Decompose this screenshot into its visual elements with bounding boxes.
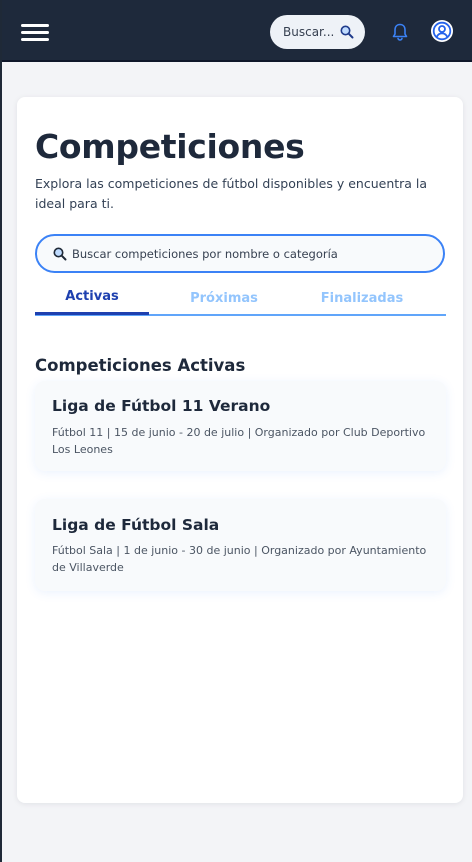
user-icon xyxy=(432,21,452,41)
page-title: Competiciones xyxy=(35,127,305,166)
search-icon[interactable] xyxy=(339,24,355,40)
status-tabs: Activas Próximas Finalizadas xyxy=(35,280,446,316)
competition-search[interactable] xyxy=(35,234,445,273)
competition-card[interactable]: Liga de Fútbol 11 Verano Fútbol 11 | 15 … xyxy=(35,381,446,471)
competition-details: Fútbol Sala | 1 de junio - 30 de junio |… xyxy=(52,544,427,574)
tab-activas[interactable]: Activas xyxy=(35,280,149,315)
page-subtitle: Explora las competiciones de fútbol disp… xyxy=(35,176,428,211)
bell-icon[interactable] xyxy=(391,22,409,42)
top-navbar xyxy=(2,0,472,62)
competition-card[interactable]: Liga de Fútbol Sala Fútbol Sala | 1 de j… xyxy=(35,499,446,591)
menu-icon[interactable] xyxy=(21,22,49,42)
competition-search-input[interactable] xyxy=(72,246,432,261)
competition-details: Fútbol 11 | 15 de junio - 20 de julio | … xyxy=(52,426,426,456)
header-search[interactable] xyxy=(270,15,365,49)
competitions-panel: Competiciones Explora las competiciones … xyxy=(17,97,463,803)
competition-name: Liga de Fútbol 11 Verano xyxy=(52,397,271,415)
avatar[interactable] xyxy=(431,20,453,42)
tab-finalizadas[interactable]: Finalizadas xyxy=(305,280,419,316)
section-title: Competiciones Activas xyxy=(35,356,246,375)
search-icon xyxy=(53,247,67,260)
competition-name: Liga de Fútbol Sala xyxy=(52,516,220,534)
header-search-input[interactable] xyxy=(283,25,341,39)
tab-proximas[interactable]: Próximas xyxy=(167,280,281,316)
